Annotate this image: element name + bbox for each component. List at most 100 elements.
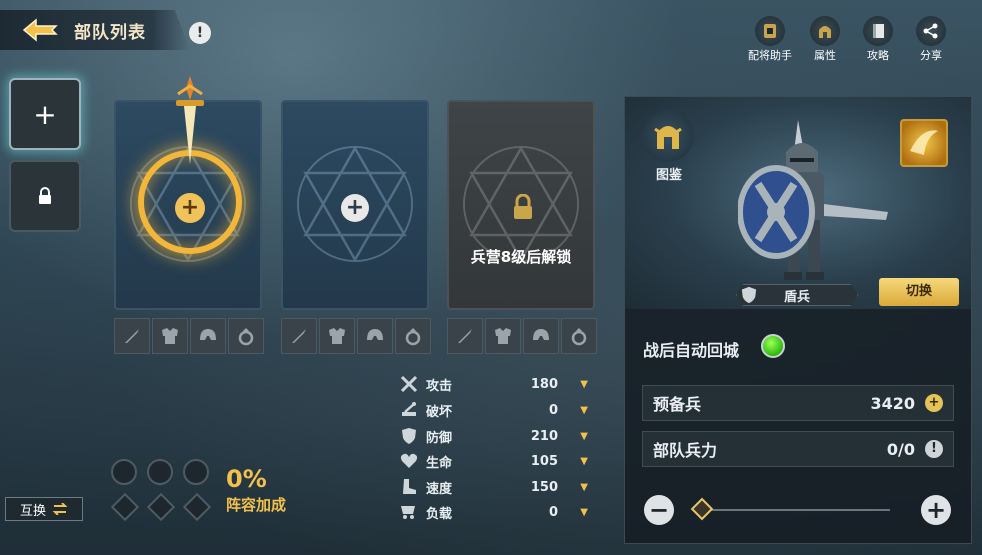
equip-ring-slot[interactable]: [561, 318, 597, 354]
formation-slot[interactable]: [111, 459, 137, 485]
reserve-troops-row: 预备兵 3420 +: [642, 385, 954, 421]
stat-value: 150: [530, 479, 558, 495]
codex-button[interactable]: 图鉴: [642, 110, 696, 183]
lock-icon: [39, 187, 51, 204]
locked-card-text: 兵营8级后解锁: [470, 248, 572, 266]
formation-slot[interactable]: [147, 459, 173, 485]
helper-icon: [755, 16, 785, 46]
stat-row-defense[interactable]: 防御 210 ▼: [398, 426, 588, 446]
equip-weapon-slot[interactable]: [114, 318, 150, 354]
unit-name: 盾兵: [783, 289, 810, 305]
add-hero-icon[interactable]: +: [341, 194, 369, 222]
tool-share[interactable]: 分享: [909, 16, 953, 63]
ring-icon: [238, 328, 254, 346]
troop-power-value: 0/0: [886, 439, 915, 459]
stat-name: 破坏: [426, 404, 453, 420]
chevron-down-icon: ▼: [580, 481, 588, 493]
formation-diamonds: [110, 492, 212, 522]
equip-row-1: [114, 318, 264, 354]
equip-helmet-slot[interactable]: [523, 318, 559, 354]
formation-slot[interactable]: [110, 492, 140, 522]
stat-value: 180: [530, 376, 558, 392]
unit-type-shield-icon: [740, 285, 758, 305]
troop-slider-track[interactable]: [700, 509, 890, 511]
codex-helmet-icon: [642, 110, 694, 162]
helmet-icon: [367, 329, 383, 340]
armor-icon: [495, 328, 511, 344]
ring-icon: [405, 328, 421, 346]
swap-arrows-icon: [52, 503, 68, 515]
troop-power-row: 部队兵力 0/0 !: [642, 431, 954, 467]
swap-button[interactable]: 互换: [5, 497, 83, 521]
formation-slot[interactable]: [182, 492, 212, 522]
auto-return-toggle[interactable]: [761, 334, 785, 358]
armor-icon: [329, 328, 345, 344]
sword-icon: [125, 329, 139, 343]
chevron-down-icon: ▼: [580, 455, 588, 467]
equip-armor-slot[interactable]: [152, 318, 188, 354]
stat-value: 0: [548, 402, 558, 418]
stat-value: 105: [530, 453, 558, 469]
stat-row-speed[interactable]: 速度 150 ▼: [398, 477, 588, 497]
shield-icon: [398, 427, 420, 445]
stat-row-load[interactable]: 负载 0 ▼: [398, 502, 588, 522]
stat-name: 负载: [426, 506, 453, 522]
unit-skill-icon[interactable]: [900, 119, 948, 167]
equip-row-2: [281, 318, 431, 354]
tool-helper-label: 配将助手: [748, 49, 792, 62]
reserve-value: 3420: [870, 393, 915, 413]
formation-bonus-percent: 0%: [226, 465, 267, 493]
back-arrow-icon[interactable]: [20, 16, 60, 44]
sword-icon: [458, 329, 472, 343]
swap-label: 互换: [19, 503, 46, 519]
army-slot-locked[interactable]: [9, 160, 81, 232]
equip-armor-slot[interactable]: [319, 318, 355, 354]
tool-guide-label: 攻略: [867, 49, 889, 62]
stat-row-health[interactable]: 生命 105 ▼: [398, 451, 588, 471]
chevron-down-icon: ▼: [580, 506, 588, 518]
armor-icon: [162, 328, 178, 344]
stat-value: 210: [530, 428, 558, 444]
tool-attributes[interactable]: 属性: [803, 16, 847, 63]
increase-troops-button[interactable]: +: [921, 495, 951, 525]
tool-guide[interactable]: 攻略: [856, 16, 900, 63]
add-hero-icon[interactable]: +: [175, 193, 205, 223]
info-icon[interactable]: !: [189, 22, 211, 44]
sword-icon: [292, 329, 306, 343]
equip-weapon-slot[interactable]: [281, 318, 317, 354]
auto-return-label: 战后自动回城: [643, 341, 740, 360]
formation-slot[interactable]: [183, 459, 209, 485]
add-reserve-icon[interactable]: +: [925, 394, 943, 412]
stat-value: 0: [548, 504, 558, 520]
formation-bonus-label: 阵容加成: [226, 496, 287, 514]
equip-ring-slot[interactable]: [395, 318, 431, 354]
switch-unit-button[interactable]: 切换: [879, 278, 959, 306]
chevron-down-icon: ▼: [580, 404, 588, 416]
ring-icon: [571, 328, 587, 346]
equip-helmet-slot[interactable]: [190, 318, 226, 354]
reserve-label: 预备兵: [653, 395, 702, 414]
helmet-icon: [533, 329, 549, 340]
hero-card-3-locked[interactable]: 兵营8级后解锁: [447, 100, 595, 310]
chevron-down-icon: ▼: [580, 430, 588, 442]
tool-attributes-label: 属性: [814, 49, 836, 62]
info-icon[interactable]: !: [925, 440, 943, 458]
stat-row-attack[interactable]: 攻击 180 ▼: [398, 374, 588, 394]
hero-card-2[interactable]: +: [281, 100, 429, 310]
formation-circles: [111, 459, 209, 485]
troop-power-label: 部队兵力: [653, 441, 718, 460]
formation-slot[interactable]: [146, 492, 176, 522]
equip-weapon-slot[interactable]: [447, 318, 483, 354]
stat-row-destroy[interactable]: 破坏 0 ▼: [398, 400, 588, 420]
catapult-icon: [398, 401, 420, 419]
equip-helmet-slot[interactable]: [357, 318, 393, 354]
decrease-troops-button[interactable]: −: [644, 495, 674, 525]
equip-armor-slot[interactable]: [485, 318, 521, 354]
equip-row-3: [447, 318, 597, 354]
army-slot-add[interactable]: +: [9, 78, 81, 150]
tool-helper[interactable]: 配将助手: [748, 16, 792, 63]
helmet-icon: [200, 329, 216, 340]
chevron-down-icon: ▼: [580, 378, 588, 390]
helmet-icon: [810, 16, 840, 46]
equip-ring-slot[interactable]: [228, 318, 264, 354]
